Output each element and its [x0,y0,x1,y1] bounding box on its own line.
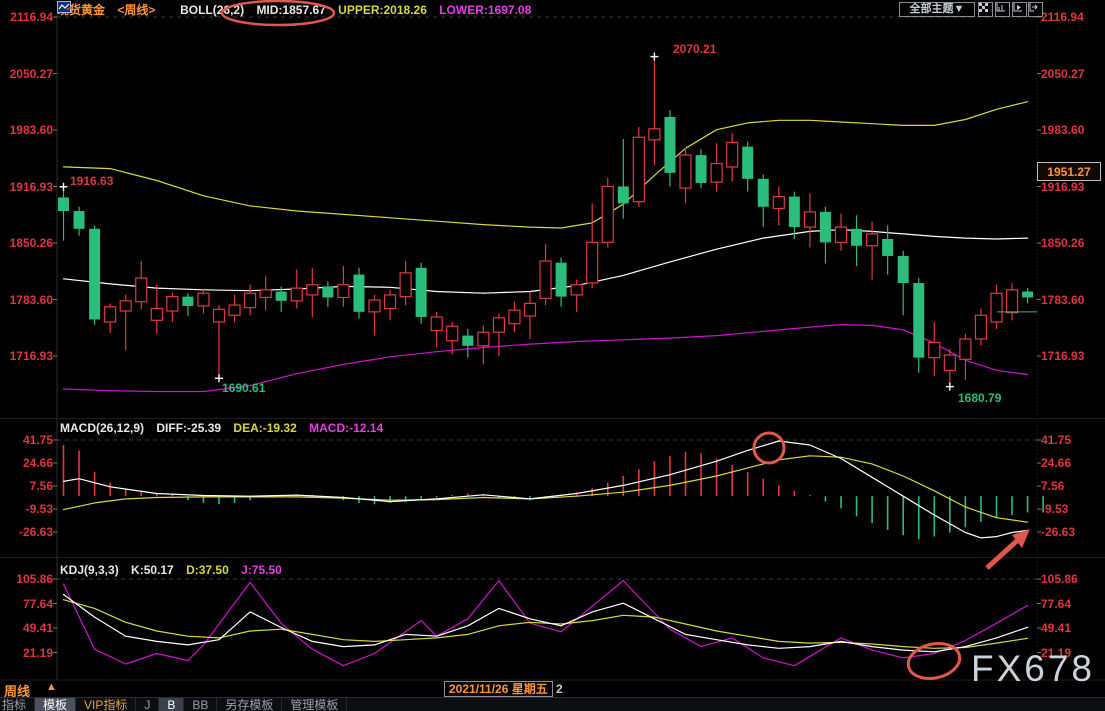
macd-title[interactable]: MACD(26,12,9) [60,421,144,435]
kdj-axis-right-2: 49.41 [1041,621,1071,635]
first-high-label: 1916.63 [70,174,113,188]
kdj-d-value: D:37.50 [186,563,229,577]
macd-axis-right-4: -26.63 [1041,525,1075,539]
tab-B[interactable]: B [159,698,184,711]
price-axis-left-2: 1983.60 [10,123,53,137]
date-extra: 2 [556,682,563,696]
macd-axis-right-2: 7.56 [1041,479,1064,493]
kdj-j-value: J:75.50 [241,563,282,577]
price-axis-right-6: 1716.93 [1041,349,1084,363]
macd-axis-left-0: 41.75 [23,433,53,447]
kdj-axis-right-0: 105.86 [1041,572,1078,586]
pane-chart-icon[interactable] [995,2,1010,17]
macd-header: MACD(26,12,9) DIFF:-25.39 DEA:-19.32 MAC… [60,421,392,435]
peak-high-label: 2070.21 [673,42,716,56]
price-axis-right-4: 1850.26 [1041,236,1084,250]
macd-axis-right-0: 41.75 [1041,433,1071,447]
current-price-box: 1951.27 [1037,162,1101,181]
price-axis-left-1: 2050.27 [10,67,53,81]
status-row: 周线 ▲ 2021/11/26 星期五 2 [0,681,1105,697]
price-axis-right-5: 1783.60 [1041,293,1084,307]
trading-app-window: 现货黄金 <周线> BOLL(26,2) MID:1857.67 UPPER:2… [0,0,1105,711]
macd-axis-left-1: 24.66 [23,456,53,470]
price-axis-left-6: 1716.93 [10,349,53,363]
macd-diff-value: DIFF:-25.39 [156,421,221,435]
tab-模板[interactable]: 模板 [35,698,76,711]
tab-J[interactable]: J [136,698,159,711]
tab-另存模板[interactable]: 另存模板 [217,698,282,711]
macd-dea-value: DEA:-19.32 [233,421,296,435]
deep-low-label: 1690.61 [222,381,265,395]
kdj-axis-left-2: 49.41 [23,621,53,635]
bottom-tab-bar: 指标模板VIP指标JBBB另存模板管理模板 [0,697,1105,711]
macd-axis-right-3: -9.53 [1041,502,1068,516]
kdj-axis-left-3: 21.19 [23,646,53,660]
price-axis-left-3: 1916.93 [10,180,53,194]
kdj-axis-left-1: 77.64 [23,597,53,611]
tab-VIP指标[interactable]: VIP指标 [76,698,136,711]
tab-BB[interactable]: BB [184,698,217,711]
price-axis-left-4: 1850.26 [10,236,53,250]
price-axis-right-0: 2116.94 [1041,10,1084,24]
period-tag[interactable]: <周线> [117,3,155,17]
pane-play-icon[interactable] [1012,2,1027,17]
layout-grid-icon[interactable] [978,2,993,17]
kdj-k-value: K:50.17 [131,563,174,577]
tab-指标[interactable]: 指标 [0,698,35,711]
theme-selector-button[interactable]: 全部主题▼ [899,2,975,17]
price-axis-right-2: 1983.60 [1041,123,1084,137]
price-axis-right-1: 2050.27 [1041,67,1084,81]
price-axis-left-5: 1783.60 [10,293,53,307]
indicator-label[interactable]: BOLL(26,2) [180,3,244,17]
kdj-axis-left-0: 105.86 [16,572,53,586]
kdj-title[interactable]: KDJ(9,3,3) [60,563,119,577]
price-axis-left-0: 2116.94 [10,10,53,24]
kdj-header: KDJ(9,3,3) K:50.17 D:37.50 J:75.50 [60,563,291,577]
macd-axis-left-4: -26.63 [19,525,53,539]
date-box[interactable]: 2021/11/26 星期五 [444,681,553,697]
macd-axis-right-1: 24.66 [1041,456,1071,470]
period-arrow-icon[interactable]: ▲ [46,681,57,693]
price-header: 现货黄金 <周线> BOLL(26,2) MID:1857.67 UPPER:2… [57,1,540,18]
fx678-watermark: FX678 [971,648,1095,690]
chart-canvas[interactable] [0,0,1105,711]
pane-export-icon[interactable] [1028,2,1043,17]
macd-axis-left-3: -9.53 [26,502,53,516]
boll-mid-value: MID:1857.67 [256,3,325,17]
macd-macd-value: MACD:-12.14 [309,421,383,435]
boll-lower-value: LOWER:1697.08 [439,3,531,17]
macd-axis-left-2: 7.56 [30,479,53,493]
tab-管理模板[interactable]: 管理模板 [282,698,347,711]
boll-upper-value: UPPER:2018.26 [338,3,427,17]
late-low-label: 1680.79 [958,391,1001,405]
price-axis-right-3: 1916.93 [1041,180,1084,194]
kdj-axis-right-1: 77.64 [1041,597,1071,611]
